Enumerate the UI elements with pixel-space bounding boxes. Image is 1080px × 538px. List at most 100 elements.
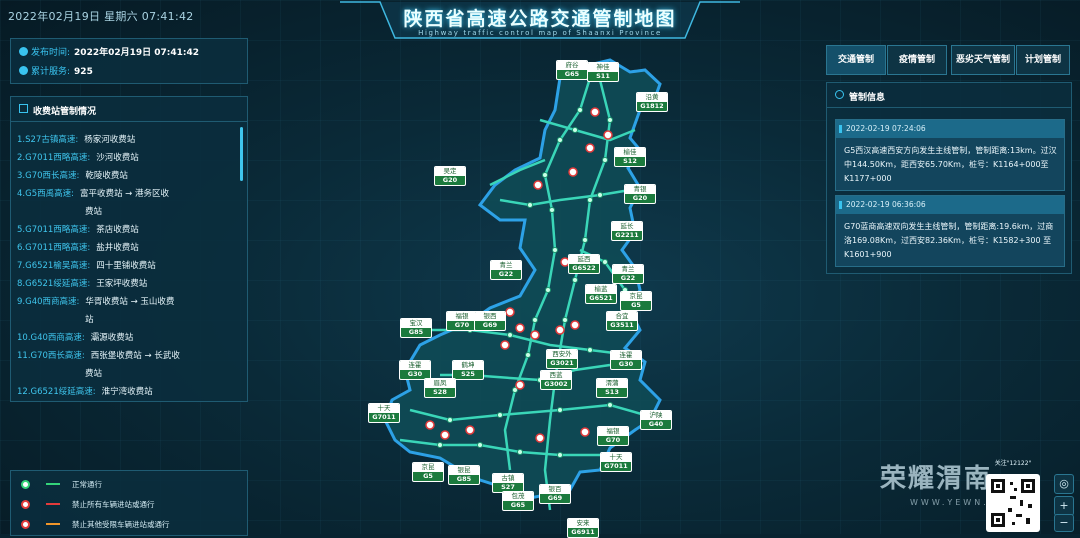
highway-label-name: 眉凤	[425, 379, 455, 388]
legend-closed-all: 禁止所有车辆进站或通行	[21, 499, 155, 510]
toll-station-item[interactable]: 5.G7011西略高速: 茶店收费站	[17, 221, 242, 239]
toll-station-item[interactable]: 2.G7011西略高速: 沙河收费站	[17, 149, 242, 167]
info-panel-header: 管制信息	[827, 83, 1071, 108]
list-icon	[19, 104, 28, 113]
control-type-tabs: 交通管制 疫情管制 恶劣天气管制 计划管制	[826, 45, 1070, 75]
highway-label-name: 吴定	[435, 167, 465, 176]
toll-station-item[interactable]: 8.G6521绥延高速: 王家坪收费站	[17, 275, 242, 293]
toll-station-name: 富平收费站 → 港务区收	[79, 189, 169, 199]
highway-label[interactable]: 银百 G69	[539, 484, 571, 504]
toll-station-name: 盐井收费站	[96, 243, 139, 253]
toll-station-name-continued: 站	[85, 315, 94, 325]
highway-label[interactable]: 合宜 G3511	[606, 311, 638, 331]
highway-label[interactable]: 十天 G7011	[600, 452, 632, 472]
info-card[interactable]: 2022-02-19 06:36:06 G70蓝商高速双向发生主线管制，管制距离…	[835, 195, 1065, 267]
highway-label[interactable]: 府谷 G65	[556, 60, 588, 80]
title-banner: 陕西省高速公路交通管制地图 Highway traffic control ma…	[340, 0, 740, 42]
tab-epidemic-control[interactable]: 疫情管制	[887, 45, 947, 75]
toll-station-item[interactable]: 9.G40西商高速: 华胥收费站 → 玉山收费	[17, 293, 242, 311]
tab-traffic-control[interactable]: 交通管制	[826, 45, 886, 75]
page-subtitle: Highway traffic control map of Shaanxi P…	[418, 29, 662, 37]
highway-label[interactable]: 延西 G6522	[568, 254, 600, 274]
highway-label[interactable]: 青兰 G22	[612, 264, 644, 284]
toll-list-scrollbar[interactable]	[240, 127, 243, 181]
zoom-in-button[interactable]: +	[1054, 496, 1074, 516]
highway-label[interactable]: 沪陕 G40	[640, 410, 672, 430]
qr-code-icon	[991, 479, 1035, 527]
toll-station-item[interactable]: 1.S27古镇高速: 杨家河收费站	[17, 131, 242, 149]
highway-label-name: 青兰	[491, 261, 521, 270]
highway-label-name: 榆蓝	[586, 285, 616, 294]
toll-station-item[interactable]: 11.G70西长高速: 西张堡收费站 → 长武收	[17, 347, 242, 365]
highway-label[interactable]: 银昆 G85	[448, 465, 480, 485]
watermark-brand: 荣耀渭南	[880, 464, 993, 494]
legend-closed-restricted: 禁止其他受限车辆进站或通行	[21, 519, 170, 530]
zoom-out-button[interactable]: −	[1054, 514, 1074, 532]
toll-road-name: 11.G70西长高速:	[17, 351, 85, 361]
highway-label[interactable]: 包茂 G65	[502, 491, 534, 511]
toll-station-name: 华胥收费站 → 玉山收费	[85, 297, 175, 307]
toll-station-item[interactable]: 6.G7011西略高速: 盐井收费站	[17, 239, 242, 257]
highway-label[interactable]: 古镇 S27	[492, 473, 524, 493]
highway-label[interactable]: 连霍 G30	[610, 350, 642, 370]
toll-station-item[interactable]: 10.G40西商高速: 灞源收费站	[17, 329, 242, 347]
tab-planned-control[interactable]: 计划管制	[1016, 45, 1070, 75]
highway-label[interactable]: 安来 G6911	[567, 518, 599, 538]
tab-weather-control[interactable]: 恶劣天气管制	[951, 45, 1015, 75]
locate-button[interactable]: ◎	[1054, 474, 1074, 494]
toll-station-item[interactable]: 7.G6521榆吴高速: 四十里铺收费站	[17, 257, 242, 275]
highway-label-name: 西蓝	[541, 371, 571, 380]
highway-label[interactable]: 吴定 G20	[434, 166, 466, 186]
legend-closed-restricted-text: 禁止其他受限车辆进站或通行	[72, 520, 170, 529]
highway-label[interactable]: 延长 G2211	[611, 221, 643, 241]
page-title: 陕西省高速公路交通管制地图	[403, 8, 677, 30]
highway-label[interactable]: 十天 G7011	[368, 403, 400, 423]
highway-label[interactable]: 鹤坤 S25	[452, 360, 484, 380]
highway-label[interactable]: 京昆 G5	[412, 462, 444, 482]
service-count-row: 累计服务: 925	[19, 64, 93, 77]
toll-station-list[interactable]: 1.S27古镇高速: 杨家河收费站 2.G7011西略高速: 沙河收费站 3.G70西长…	[17, 131, 242, 399]
qr-code[interactable]	[986, 474, 1040, 532]
toll-station-item[interactable]: 12.G6521绥延高速: 淮宁湾收费站	[17, 383, 242, 399]
toll-station-item[interactable]: 4.G5西禹高速: 富平收费站 → 港务区收	[17, 185, 242, 203]
highway-label-name: 神佳	[588, 63, 618, 72]
toll-station-panel: 收费站管制情况 1.S27古镇高速: 杨家河收费站 2.G7011西略高速: 沙河收费…	[10, 96, 248, 402]
highway-label[interactable]: 青银 G20	[624, 184, 656, 204]
highway-label-code: G40	[648, 420, 664, 428]
publish-panel: 发布时间: 2022年02月19日 07:41:42 累计服务: 925	[10, 38, 248, 84]
highway-label[interactable]: 神佳 S11	[587, 62, 619, 82]
highway-label-name: 宝汉	[401, 319, 431, 328]
highway-label[interactable]: 渭蒲 S13	[596, 378, 628, 398]
highway-label[interactable]: 青兰 G22	[490, 260, 522, 280]
info-card[interactable]: 2022-02-19 07:24:06 G5西汉高速西安方向发生主线管制，管制距…	[835, 119, 1065, 191]
highway-label-code: G85	[456, 475, 472, 483]
service-count-label: 累计服务:	[31, 67, 71, 77]
toll-station-item[interactable]: 3.G70西长高速: 乾陵收费站	[17, 167, 242, 185]
info-card-time: 2022-02-19 06:36:06	[836, 196, 1064, 214]
highway-label-code: G30	[618, 360, 634, 368]
highway-label-name: 青银	[625, 185, 655, 194]
highway-label-code: G3021	[550, 359, 574, 367]
highway-label[interactable]: 京昆 G5	[620, 291, 652, 311]
highway-label-code: G65	[510, 501, 526, 509]
highway-label[interactable]: 西安外 G3021	[546, 349, 578, 369]
highway-label[interactable]: 榆佳 S12	[614, 147, 646, 167]
toll-road-name: 1.S27古镇高速:	[17, 135, 79, 145]
highway-label[interactable]: 西蓝 G3002	[540, 370, 572, 390]
highway-label-name: 京昆	[413, 463, 443, 472]
highway-label-name: 福银	[598, 427, 628, 436]
toll-road-name: 4.G5西禹高速:	[17, 189, 74, 199]
highway-label[interactable]: 连霍 G30	[399, 360, 431, 380]
highway-label[interactable]: 银西 G69	[474, 311, 506, 331]
highway-label[interactable]: 福银 G70	[597, 426, 629, 446]
service-count-value: 925	[74, 67, 93, 77]
toll-station-name: 淮宁湾收费站	[101, 387, 153, 397]
highway-label[interactable]: 眉凤 S28	[424, 378, 456, 398]
highway-label[interactable]: 宝汉 G85	[400, 318, 432, 338]
highway-label-code: G3002	[544, 380, 568, 388]
toll-panel-title: 收费站管制情况	[33, 107, 97, 117]
toll-station-name-continued: 费站	[85, 369, 103, 379]
highway-label[interactable]: 沿黄 G1812	[636, 92, 668, 112]
highway-label[interactable]: 榆蓝 G6521	[585, 284, 617, 304]
toll-station-name: 王家坪收费站	[96, 279, 148, 289]
